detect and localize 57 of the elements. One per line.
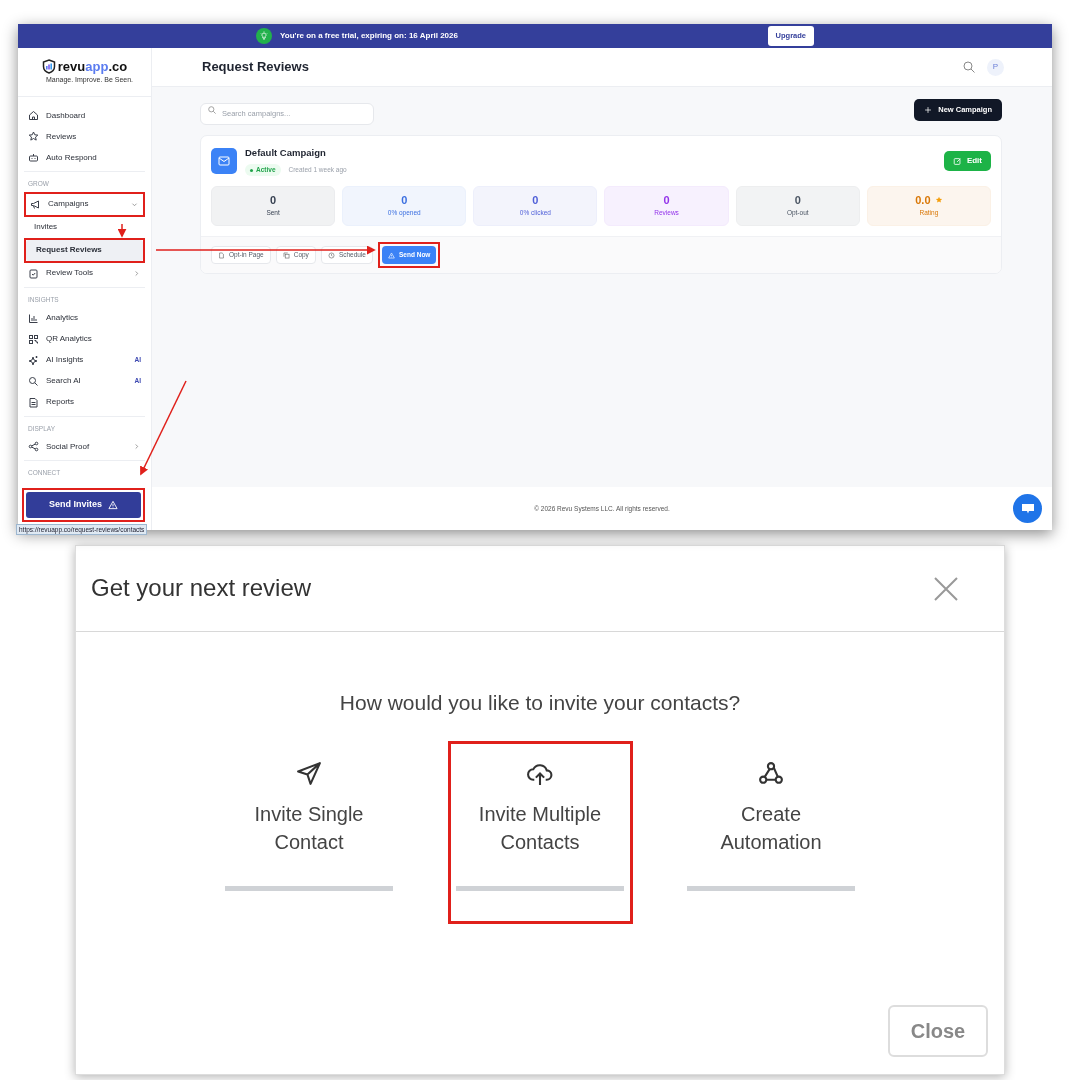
file-icon: [218, 251, 225, 259]
trial-message: You're on a free trial, expiring on: 16 April 2026: [280, 30, 458, 42]
stat-value: 0: [270, 194, 277, 206]
sidebar-item[interactable]: Reviews: [24, 126, 145, 147]
sidebar-item[interactable]: Reports: [24, 391, 145, 413]
sidebar-item[interactable]: Dashboard: [24, 105, 145, 126]
plus-icon: [924, 106, 933, 114]
copy-icon: [282, 251, 290, 259]
speech-bubble-icon: [1020, 502, 1035, 515]
megaphone-icon: [30, 198, 41, 210]
sparkle-icon: [28, 354, 39, 366]
user-avatar[interactable]: P: [987, 58, 1004, 76]
sidebar-item[interactable]: Social Proof: [24, 436, 145, 458]
sidebar-item[interactable]: Invites: [24, 216, 145, 238]
clipboard-icon: [28, 267, 39, 279]
search-icon[interactable]: [963, 61, 975, 73]
sidebar-item[interactable]: QR Analytics: [24, 328, 145, 350]
send-invites-button[interactable]: Send Invites: [26, 492, 141, 518]
robot-icon: [28, 152, 39, 163]
pencil-icon: [952, 156, 962, 166]
search-icon: [208, 106, 216, 114]
bar-chart-icon: [28, 312, 39, 324]
search-icon: [28, 375, 39, 387]
invite-option[interactable]: Create Automation: [688, 759, 854, 856]
close-icon[interactable]: [933, 575, 959, 602]
stat-value: 0.0: [915, 194, 931, 206]
sidebar-item[interactable]: Review Tools: [24, 262, 145, 284]
star-icon: [28, 131, 39, 142]
warning-icon: [108, 500, 118, 510]
lightbulb-icon: [256, 28, 272, 44]
envelope-icon: [211, 148, 237, 174]
qr-code-icon: [28, 333, 39, 345]
campaign-name: Default Campaign: [245, 146, 327, 160]
sidebar-item[interactable]: Analytics: [24, 307, 145, 329]
share-icon: [28, 441, 39, 453]
house-icon: [28, 110, 39, 121]
page-title: Request Reviews: [202, 59, 309, 75]
close-button[interactable]: Close: [888, 1005, 988, 1057]
paper-plane-icon: [295, 759, 323, 788]
dialog-title: Get your next review: [91, 574, 312, 603]
shield-logo-icon: [41, 58, 56, 74]
stat-value: 0: [794, 194, 801, 206]
clock-icon: [327, 251, 335, 259]
chat-button[interactable]: [1013, 494, 1042, 523]
sidebar-item[interactable]: Request Reviews: [26, 239, 143, 261]
sidebar-item[interactable]: Campaigns: [26, 193, 143, 215]
dialog-question: How would you like to invite your contacts?: [338, 690, 742, 716]
stat-value: 0: [663, 194, 670, 206]
sidebar-item[interactable]: Auto Respond: [24, 147, 145, 168]
stat-value: 0: [532, 194, 539, 206]
invite-option[interactable]: Invite Multiple Contacts: [457, 759, 623, 856]
stat-value: 0: [401, 194, 408, 206]
logo-wordmark: revuapp.co: [57, 59, 128, 73]
star-icon: [934, 196, 943, 205]
invite-option[interactable]: Invite Single Contact: [226, 759, 392, 856]
document-icon: [28, 396, 39, 408]
warning-icon: [388, 251, 395, 259]
